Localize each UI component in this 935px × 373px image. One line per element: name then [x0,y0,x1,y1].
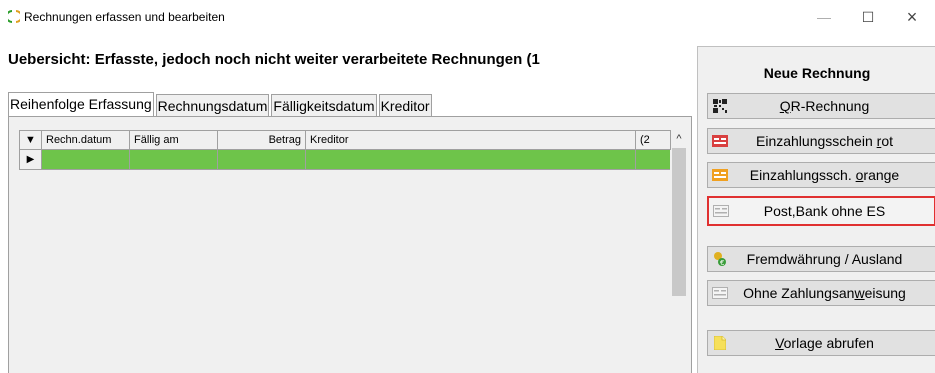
tab-reihenfolge-erfassung[interactable]: Reihenfolge Erfassung [8,92,154,116]
overview-title: Uebersicht: Erfasste, jedoch noch nicht … [8,51,540,68]
column-header-kreditor[interactable]: Kreditor [306,131,636,149]
grid-frame: ▼ Rechn.datum Fällig am Betrag Kreditor … [8,116,692,373]
cell-faellig-am[interactable] [130,150,218,170]
cell-kreditor[interactable] [306,150,636,170]
orange-slip-icon [708,162,732,188]
tab-rechnungsdatum[interactable]: Rechnungsdatum [155,94,270,116]
table-row[interactable]: ▶ [19,150,671,170]
window-title: Rechnungen erfassen und bearbeiten [24,10,225,24]
maximize-button[interactable]: ☐ [846,4,890,30]
vertical-scrollbar[interactable]: ^ [671,130,687,373]
close-button[interactable]: × [890,4,934,30]
title-bar: Rechnungen erfassen und bearbeiten — ☐ × [0,0,935,34]
column-header-more[interactable]: (2 [636,131,670,149]
einzahlungsschein-rot-label: Einzahlungsschein rot [756,133,893,149]
ohne-zahlungsanweisung-button[interactable]: Ohne Zahlungsanweisung [707,280,935,306]
app-icon [8,10,20,23]
row-indicator-icon: ▶ [20,150,42,170]
tab-kreditor[interactable]: Kreditor [378,94,432,116]
post-bank-ohne-es-button[interactable]: Post,Bank ohne ES [707,196,935,226]
cell-betrag[interactable] [218,150,306,170]
scroll-up-icon[interactable]: ^ [671,130,687,147]
cell-rechn-datum[interactable] [42,150,130,170]
post-bank-ohne-es-label: Post,Bank ohne ES [763,203,886,219]
fremdwaehrung-ausland-button[interactable]: € Fremdwährung / Ausland [707,246,935,272]
einzahlungsschein-rot-button[interactable]: Einzahlungsschein rot [707,128,935,154]
qr-code-icon [708,93,732,119]
template-icon [708,330,732,356]
sort-tabs: Reihenfolge Erfassung Rechnungsdatum Fäl… [8,92,434,116]
cell-more[interactable] [636,150,670,170]
tab-faelligkeitsdatum[interactable]: Fälligkeitsdatum [271,94,377,116]
qr-rechnung-button[interactable]: QR-Rechnung [707,93,935,119]
einzahlungsschein-orange-label: Einzahlungssch. orange [749,167,900,183]
vorlage-abrufen-button[interactable]: Vorlage abrufen [707,330,935,356]
column-header-faellig-am[interactable]: Fällig am [130,131,218,149]
einzahlungsschein-orange-button[interactable]: Einzahlungssch. orange [707,162,935,188]
currency-icon: € [708,246,732,272]
grid-menu-icon[interactable]: ▼ [20,131,42,149]
grid-header: ▼ Rechn.datum Fällig am Betrag Kreditor … [19,130,671,150]
red-slip-icon [708,128,732,154]
scroll-thumb[interactable] [672,148,686,296]
qr-rechnung-label: QR-Rechnung [779,98,870,114]
column-header-rechn-datum[interactable]: Rechn.datum [42,131,130,149]
column-header-betrag[interactable]: Betrag [218,131,306,149]
fremdwaehrung-ausland-label: Fremdwährung / Ausland [746,251,903,267]
panel-heading: Neue Rechnung [763,65,871,81]
new-invoice-panel: Neue Rechnung QR-Rechnung Einzahlungssch… [697,46,935,373]
minimize-button[interactable]: — [802,4,846,30]
invoice-grid[interactable]: ▼ Rechn.datum Fällig am Betrag Kreditor … [19,130,671,373]
ohne-zahlungsanweisung-label: Ohne Zahlungsanweisung [743,285,906,301]
svg-text:€: € [720,259,724,266]
gray-slip-icon [709,198,733,224]
gray-slip-icon [708,280,732,306]
vorlage-abrufen-label: Vorlage abrufen [775,335,874,351]
